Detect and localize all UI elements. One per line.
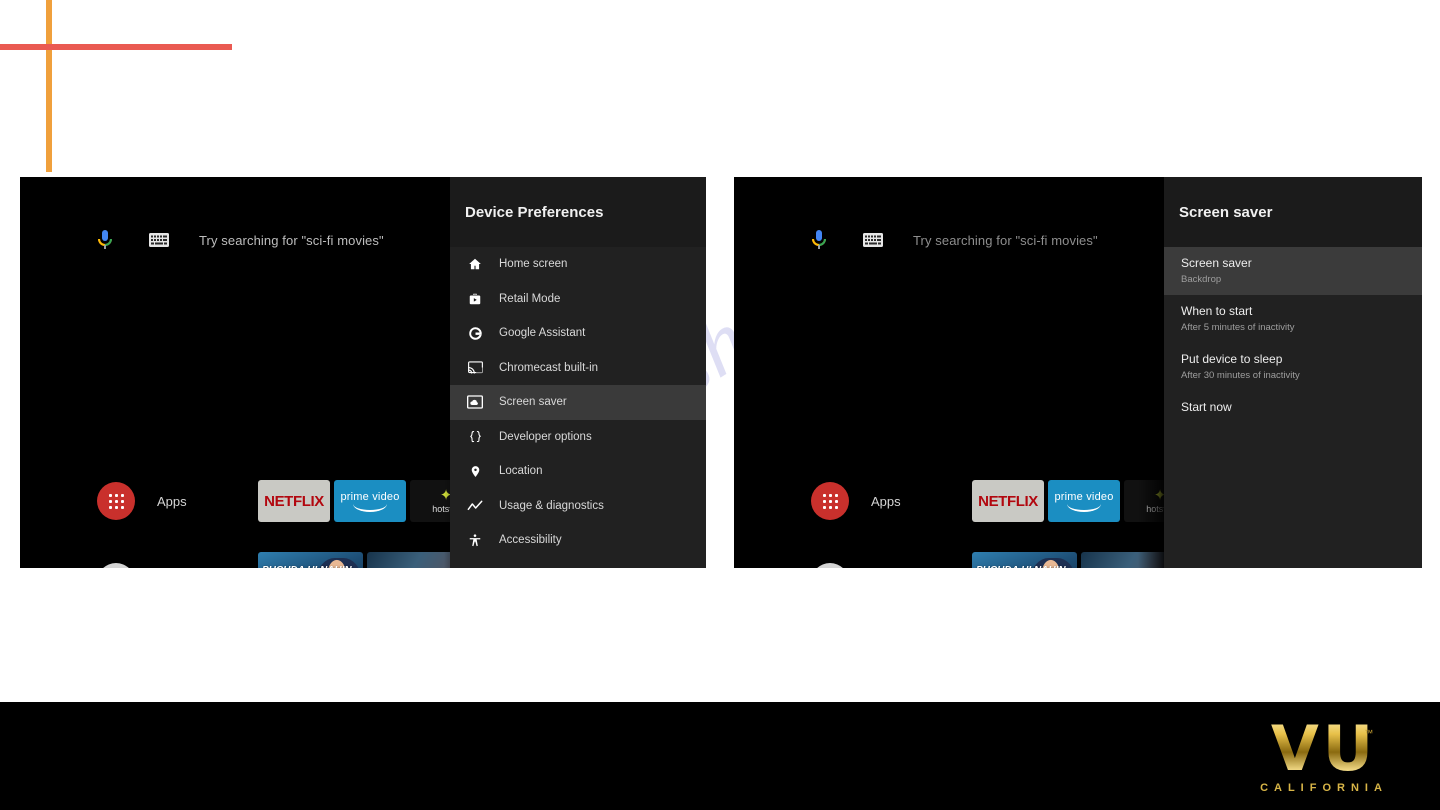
edge-fade [1138,177,1164,568]
option-value: After 30 minutes of inactivity [1181,370,1300,381]
tv-home-right: Try searching for "sci-fi movies" Apps R… [734,177,1196,568]
menu-item-chromecast-built-in[interactable]: Chromecast built-in [450,351,706,386]
option-screen-saver[interactable]: Screen saver Backdrop [1164,247,1422,295]
menu-label: Developer options [499,430,592,443]
vu-logo: VU ™ CALIFORNIA [1236,718,1412,795]
menu-label: Retail Mode [499,292,561,305]
menu-label: Home screen [499,258,568,271]
tile-puchda-hi-nahin[interactable]: PUCHDA HI NAHIN HD VIDEO [972,552,1077,568]
tile-puchda-hi-nahin[interactable]: PUCHDA HI NAHIN HD VIDEO [258,552,363,568]
app-tile-netflix[interactable]: NETFLIX [972,480,1044,522]
option-label: Start now [1181,400,1232,414]
trademark-symbol: ™ [1364,728,1374,738]
crop-mark-horizontal [0,44,232,50]
app-tile-netflix-label: NETFLIX [264,492,324,510]
menu-label: Usage & diagnostics [499,499,604,512]
recommended-tile-strip: PUCHDA HI NAHIN HD VIDEO [258,552,472,568]
menu-label: Accessibility [499,534,562,547]
keyboard-icon[interactable] [863,233,883,247]
chart-line-icon [464,499,486,513]
app-tile-netflix-label: NETFLIX [978,492,1038,510]
youtube-icon [97,563,135,568]
search-row-left[interactable]: Try searching for "sci-fi movies" [20,229,470,251]
option-start-now[interactable]: Start now [1164,391,1422,424]
location-pin-icon [464,464,486,479]
search-row-right[interactable]: Try searching for "sci-fi movies" [734,229,1164,251]
keyboard-icon[interactable] [149,233,169,247]
option-put-device-to-sleep[interactable]: Put device to sleep After 30 minutes of … [1164,343,1422,391]
option-label: Screen saver [1181,256,1252,270]
menu-item-location[interactable]: Location [450,454,706,489]
microphone-icon[interactable] [811,229,827,251]
channel-label-apps: Apps [871,493,901,509]
tv-home-left: Try searching for "sci-fi movies" Apps R… [20,177,482,568]
page-root: manualshive.com Try searching for "sci-f… [0,0,1440,810]
menu-item-retail-mode[interactable]: Retail Mode [450,282,706,317]
amazon-smile-icon [1067,504,1101,512]
apps-grid-icon [811,482,849,520]
menu-label: Chromecast built-in [499,361,599,374]
app-tile-prime-label: prime video [340,490,400,503]
app-tile-netflix[interactable]: NETFLIX [258,480,330,522]
tile-puchda-title: PUCHDA HI NAHIN [976,566,1066,569]
option-label: When to start [1181,304,1253,318]
microphone-icon[interactable] [97,229,113,251]
option-value: Backdrop [1181,274,1222,285]
menu-item-developer-options[interactable]: Developer options [450,420,706,455]
screen-saver-title: Screen saver [1179,203,1273,221]
tile-puchda-title: PUCHDA HI NAHIN [262,566,352,569]
braces-icon [464,429,486,444]
footer-bar: VU ™ CALIFORNIA [0,702,1440,810]
device-preferences-header: Device Preferences [450,177,706,247]
accessibility-icon [464,533,486,548]
home-icon [464,257,486,271]
youtube-icon [811,563,849,568]
device-preferences-panel: Device Preferences Home screen Retail Mo… [450,177,706,568]
menu-item-screen-saver[interactable]: Screen saver [450,385,706,420]
menu-label: Google Assistant [499,327,586,340]
screen-saver-panel: Screen saver Screen saver Backdrop When … [1164,177,1422,568]
app-tile-prime-video[interactable]: prime video [1048,480,1120,522]
channel-label-apps: Apps [157,493,187,509]
menu-label: Screen saver [499,396,567,409]
menu-item-usage-diagnostics[interactable]: Usage & diagnostics [450,489,706,524]
device-preferences-title: Device Preferences [465,203,604,221]
option-value: After 5 minutes of inactivity [1181,322,1295,333]
apps-grid-icon [97,482,135,520]
menu-item-google-assistant[interactable]: Google Assistant [450,316,706,351]
retail-bag-icon [464,292,486,306]
app-tile-prime-video[interactable]: prime video [334,480,406,522]
menu-item-accessibility[interactable]: Accessibility [450,523,706,558]
search-hint-text: Try searching for "sci-fi movies" [199,232,384,248]
menu-item-home-screen[interactable]: Home screen [450,247,706,282]
menu-label: Location [499,465,543,478]
amazon-smile-icon [353,504,387,512]
screen-saver-header: Screen saver [1164,177,1422,247]
app-tile-prime-label: prime video [1054,490,1114,503]
search-hint-text: Try searching for "sci-fi movies" [913,232,1098,248]
cast-icon [464,361,486,374]
google-g-icon [464,326,486,341]
option-label: Put device to sleep [1181,352,1283,366]
option-when-to-start[interactable]: When to start After 5 minutes of inactiv… [1164,295,1422,343]
vu-wordmark: VU [1270,712,1378,785]
crop-mark-vertical [46,0,52,172]
screensaver-icon [464,395,486,409]
